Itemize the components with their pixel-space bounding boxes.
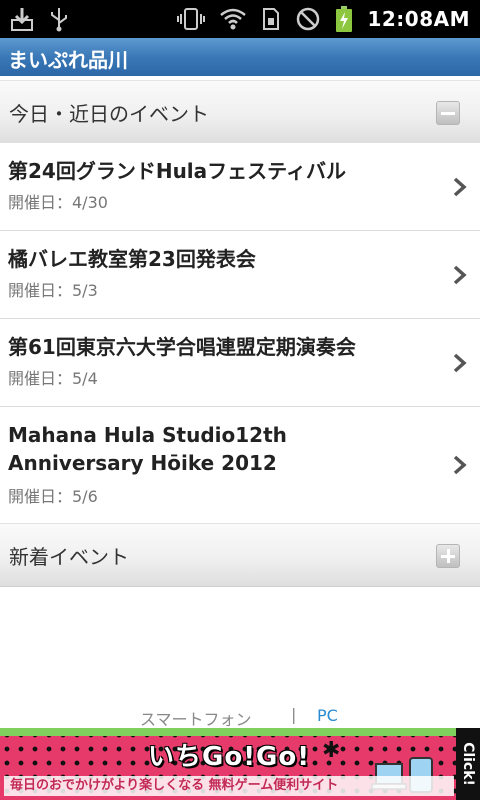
ad-click-label: Click!	[460, 742, 476, 786]
clock: 12:08AM	[367, 7, 470, 31]
chevron-right-icon	[453, 177, 467, 197]
smartphone-view-link[interactable]: スマートフォン	[140, 706, 252, 730]
ad-banner[interactable]: いちGo!Go! ✱ 毎日のおでかけがより楽しくなる 無料ゲーム便利サイト Cl…	[0, 728, 480, 800]
sim-icon	[261, 6, 281, 32]
vibrate-icon	[177, 6, 206, 32]
footer-view-switcher: スマートフォン | PC	[0, 705, 480, 730]
event-list-item[interactable]: 橘バレエ教室第23回発表会 開催日：5/3	[0, 231, 480, 319]
ad-top-strip	[0, 728, 456, 736]
section-header-new-events[interactable]: 新着イベント	[0, 523, 480, 587]
event-date: 開催日：5/3	[8, 281, 98, 300]
event-list-item[interactable]: 第61回東京六大学合唱連盟定期演奏会 開催日：5/4	[0, 319, 480, 407]
collapse-icon[interactable]	[436, 101, 460, 125]
no-signal-icon	[295, 6, 321, 32]
footer-separator: |	[291, 705, 297, 724]
usb-icon	[48, 6, 70, 32]
download-icon	[10, 6, 34, 32]
ad-tagline: 毎日のおでかけがより楽しくなる 無料ゲーム便利サイト	[4, 776, 454, 796]
status-bar: 12:08AM	[0, 0, 480, 38]
battery-charging-icon	[335, 5, 353, 33]
sparkle-icon: ✱	[322, 738, 341, 763]
section-header-today-events[interactable]: 今日・近日のイベント	[0, 80, 480, 144]
event-date: 開催日：4/30	[8, 193, 108, 212]
app-title: まいぷれ品川	[8, 48, 128, 72]
event-date: 開催日：5/6	[8, 487, 98, 506]
event-list-item[interactable]: Mahana Hula Studio12th Anniversary Hōike…	[0, 407, 480, 524]
expand-icon[interactable]	[436, 544, 460, 568]
event-list-item[interactable]: 第24回グランドHulaフェスティバル 開催日：4/30	[0, 143, 480, 231]
event-title: Mahana Hula Studio12th Anniversary Hōike…	[8, 423, 287, 475]
event-title: 第61回東京六大学合唱連盟定期演奏会	[8, 335, 356, 359]
event-title: 第24回グランドHulaフェスティバル	[8, 159, 346, 183]
chevron-right-icon	[453, 353, 467, 373]
app-title-bar: まいぷれ品川	[0, 38, 480, 76]
chevron-right-icon	[453, 265, 467, 285]
event-date: 開催日：5/4	[8, 369, 98, 388]
wifi-icon	[219, 7, 247, 31]
section-title: 今日・近日のイベント	[9, 102, 209, 126]
event-title: 橘バレエ教室第23回発表会	[8, 247, 256, 271]
ad-click-tab[interactable]: Click!	[456, 728, 480, 800]
section-title: 新着イベント	[9, 545, 129, 569]
chevron-right-icon	[453, 455, 467, 475]
pc-view-link[interactable]: PC	[317, 706, 338, 725]
ad-logo: いちGo!Go!	[148, 742, 311, 772]
